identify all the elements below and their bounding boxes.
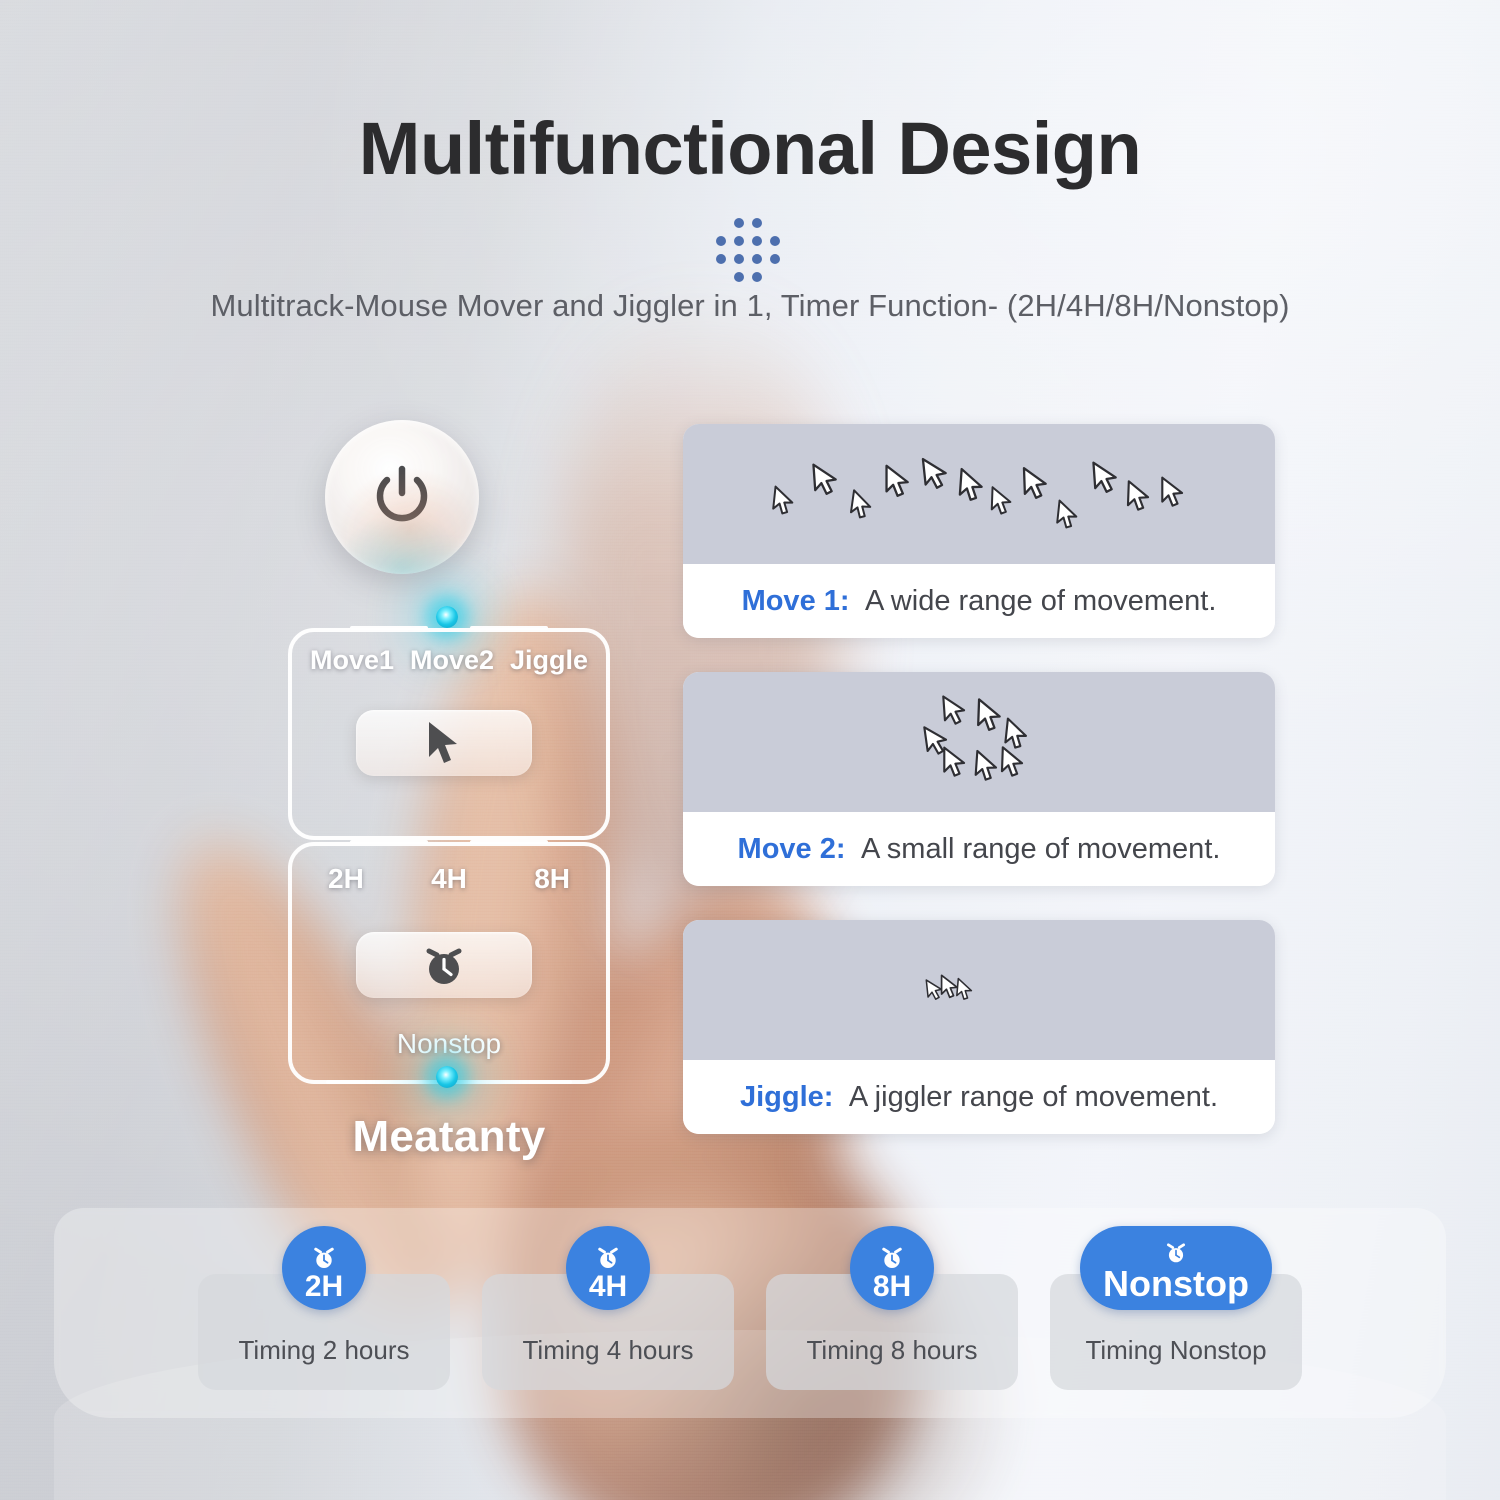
- timer-select-button[interactable]: [356, 932, 532, 998]
- mode-label-jiggle: Jiggle: [509, 645, 588, 675]
- cursor-arrow-icon: [772, 485, 794, 515]
- feature-card-list: Move 1: A wide range of movement. Move 2…: [683, 424, 1275, 1168]
- cursor-arrow-icon: [977, 698, 1001, 731]
- timer-badge-text-nonstop: Nonstop: [1103, 1263, 1249, 1304]
- power-button[interactable]: [325, 420, 479, 574]
- timer-chip-2h[interactable]: 2H Timing 2 hours: [198, 1226, 450, 1390]
- mode-label-row: Move1 Move2 Jiggle: [288, 645, 610, 676]
- cursor-arrow-icon: [1126, 480, 1150, 511]
- timer-chip-4h[interactable]: 4H Timing 4 hours: [482, 1226, 734, 1390]
- timer-badge-4h: 4H: [566, 1226, 650, 1310]
- led-indicator-timer: [436, 1066, 458, 1088]
- timer-chip-8h[interactable]: 8H Timing 8 hours: [766, 1226, 1018, 1390]
- alarm-clock-icon: [1167, 1243, 1185, 1263]
- timer-chip-label-nonstop: Timing Nonstop: [1085, 1335, 1267, 1365]
- mode-label-move1: Move1: [310, 645, 395, 675]
- page-subtitle: Multitrack-Mouse Mover and Jiggler in 1,…: [210, 288, 1290, 323]
- cursor-arrow-icon: [885, 464, 909, 497]
- cursor-arrow-icon: [990, 486, 1012, 515]
- cursor-arrow-icon: [1092, 461, 1117, 493]
- timer-chip-row: 2H Timing 2 hours 4H Timing 4 hours 8H T…: [54, 1208, 1446, 1418]
- timer-label-4h: 4H: [431, 863, 467, 894]
- timer-badge-8h: 8H: [850, 1226, 934, 1310]
- feature-text-move2: A small range of movement.: [854, 832, 1221, 865]
- bracket-mode-gap-mask: [334, 623, 566, 633]
- alarm-clock-icon: [598, 1247, 618, 1269]
- cursor-arrow-icon: [974, 749, 998, 781]
- timer-badge-text-8h: 8H: [872, 1270, 912, 1303]
- feature-visual-move2: [683, 672, 1275, 812]
- cursor-arrow-icon: [921, 457, 947, 489]
- cursor-arrow-icon: [958, 467, 983, 501]
- mode-label-move2: Move2: [409, 645, 495, 675]
- feature-text-jiggle: A jiggler range of movement.: [842, 1080, 1219, 1113]
- timer-chip-nonstop[interactable]: Nonstop Timing Nonstop: [1050, 1226, 1302, 1390]
- timer-chip-label-2h: Timing 2 hours: [238, 1335, 410, 1365]
- bracket-timer-top-dash-left: [350, 840, 428, 844]
- cursor-arrow-icon: [812, 463, 837, 495]
- cursor-arrow-icon: [429, 722, 457, 763]
- feature-card-move1: Move 1: A wide range of movement.: [683, 424, 1275, 638]
- brand-name: Meatanty: [352, 1112, 546, 1161]
- alarm-clock-icon: [882, 1247, 902, 1269]
- alarm-clock-icon: [314, 1247, 334, 1269]
- cursor-arrow-icon: [1000, 746, 1024, 777]
- cursor-arrow-icon: [849, 489, 872, 519]
- cursor-arrow-icon: [1056, 499, 1078, 529]
- feature-caption-jiggle: Jiggle: A jiggler range of movement.: [683, 1060, 1275, 1134]
- page-title: Multifunctional Design: [358, 107, 1142, 190]
- mode-select-button[interactable]: [356, 710, 532, 776]
- feature-key-jiggle: Jiggle:: [739, 1080, 834, 1113]
- feature-visual-jiggle: [683, 920, 1275, 1060]
- timer-label-8h: 8H: [534, 863, 570, 894]
- dot-ornament: [0, 218, 1500, 286]
- bracket-timer-top-dash-right: [470, 840, 548, 844]
- cursor-arrow-icon: [956, 977, 973, 1000]
- cursor-arrow-icon: [943, 746, 966, 777]
- timer-label-2h: 2H: [328, 863, 364, 894]
- feature-visual-move1: [683, 424, 1275, 564]
- cursor-arrow-icon: [1022, 467, 1047, 499]
- bracket-timer-bottom-dash-left: [326, 1080, 430, 1084]
- timer-label-row: 2H 4H 8H: [288, 863, 610, 895]
- feature-card-jiggle: Jiggle: A jiggler range of movement.: [683, 920, 1275, 1134]
- timer-badge-text-2h: 2H: [304, 1270, 344, 1303]
- nonstop-label: Nonstop: [396, 1028, 502, 1059]
- bracket-timer-bottom-dash-right: [468, 1080, 572, 1084]
- feature-caption-move1: Move 1: A wide range of movement.: [683, 564, 1275, 638]
- feature-key-move2: Move 2:: [737, 832, 846, 865]
- alarm-clock-icon: [426, 948, 462, 984]
- timer-chip-label-8h: Timing 8 hours: [806, 1335, 978, 1365]
- product-infographic: Multifunctional Design Multitrack-Mouse …: [0, 0, 1500, 1500]
- timer-badge-2h: 2H: [282, 1226, 366, 1310]
- feature-card-move2: Move 2: A small range of movement.: [683, 672, 1275, 886]
- cursor-arrow-icon: [1161, 476, 1184, 507]
- timer-chip-label-4h: Timing 4 hours: [522, 1335, 694, 1365]
- feature-key-move1: Move 1:: [741, 584, 850, 617]
- feature-caption-move2: Move 2: A small range of movement.: [683, 812, 1275, 886]
- dot-ornament-grid: [716, 218, 784, 286]
- power-button-tint: [325, 420, 479, 574]
- timer-badge-nonstop: Nonstop: [1080, 1226, 1272, 1310]
- timer-badge-text-4h: 4H: [588, 1270, 628, 1303]
- feature-text-move1: A wide range of movement.: [858, 584, 1217, 617]
